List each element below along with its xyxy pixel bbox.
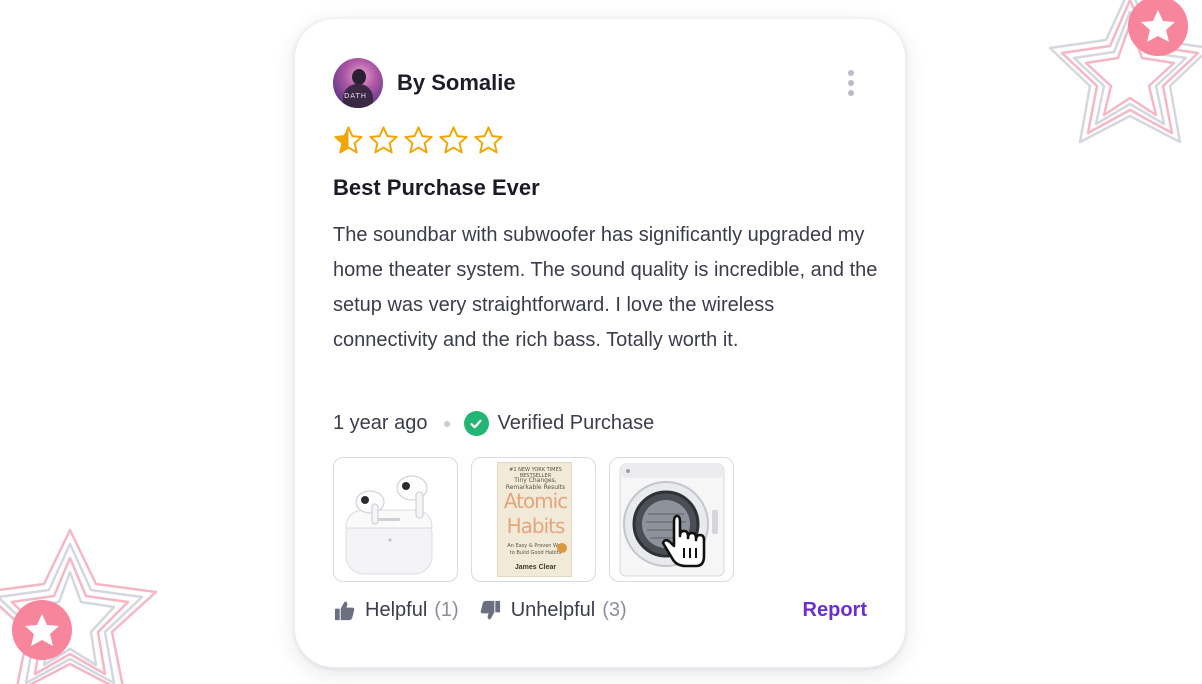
book-cover: #1 NEW YORK TIMES BESTSELLER Tiny Change…: [497, 462, 572, 577]
review-header: DATH By Somalie: [333, 57, 867, 109]
verified-purchase-label: Verified Purchase: [497, 412, 655, 434]
star-icon: [403, 125, 434, 156]
thumbs-down-icon: [480, 600, 500, 620]
review-meta: 1 year ago Verified Purchase: [333, 411, 654, 436]
book-title-line-2: Habits: [506, 514, 566, 538]
review-body: The soundbar with subwoofer has signific…: [333, 224, 878, 351]
helpful-label: Helpful: [365, 599, 428, 621]
unhelpful-label: Unhelpful: [510, 599, 596, 621]
star-badge-icon: [1128, 0, 1188, 56]
author-name[interactable]: By Somalie: [397, 70, 516, 96]
review-title: Best Purchase Ever: [333, 175, 540, 200]
review-actions: Helpful (1) Unhelpful (3) Report: [333, 599, 867, 622]
book-author: James Clear: [514, 564, 557, 571]
book-thumbnail[interactable]: #1 NEW YORK TIMES BESTSELLER Tiny Change…: [471, 457, 596, 582]
thumbs-up-icon: [334, 601, 355, 621]
star-icon: [473, 125, 504, 156]
book-title-line-1: Atomic: [503, 489, 568, 513]
star-decoration-bottom-left: [0, 528, 158, 684]
helpful-button[interactable]: Helpful (1): [333, 599, 459, 622]
more-vertical-icon[interactable]: [847, 70, 855, 96]
star-badge-icon: [12, 600, 72, 660]
separator-dot: [443, 420, 450, 427]
star-half-icon: [333, 125, 364, 156]
dryer-thumbnail[interactable]: [609, 457, 734, 582]
helpful-count: (1): [434, 599, 459, 621]
unhelpful-count: (3): [602, 599, 627, 621]
medal-icon: [557, 543, 567, 553]
star-icon: [368, 125, 399, 156]
avatar[interactable]: DATH: [333, 58, 383, 108]
review-card: DATH By Somalie Best Purchase Ever The s…: [294, 18, 906, 668]
check-circle-icon: [463, 411, 489, 436]
star-decoration-top-right: [1048, 0, 1202, 144]
review-images: #1 NEW YORK TIMES BESTSELLER Tiny Change…: [333, 457, 734, 582]
review-time: 1 year ago: [333, 412, 428, 434]
star-icon: [438, 125, 469, 156]
pointer-hand-icon: [661, 514, 706, 568]
earbuds-thumbnail[interactable]: [333, 457, 458, 582]
unhelpful-button[interactable]: Unhelpful (3): [479, 599, 627, 622]
report-link[interactable]: Report: [803, 599, 867, 622]
earbuds-image: [345, 475, 433, 575]
avatar-text: DATH: [344, 92, 368, 100]
star-rating: [333, 125, 504, 156]
